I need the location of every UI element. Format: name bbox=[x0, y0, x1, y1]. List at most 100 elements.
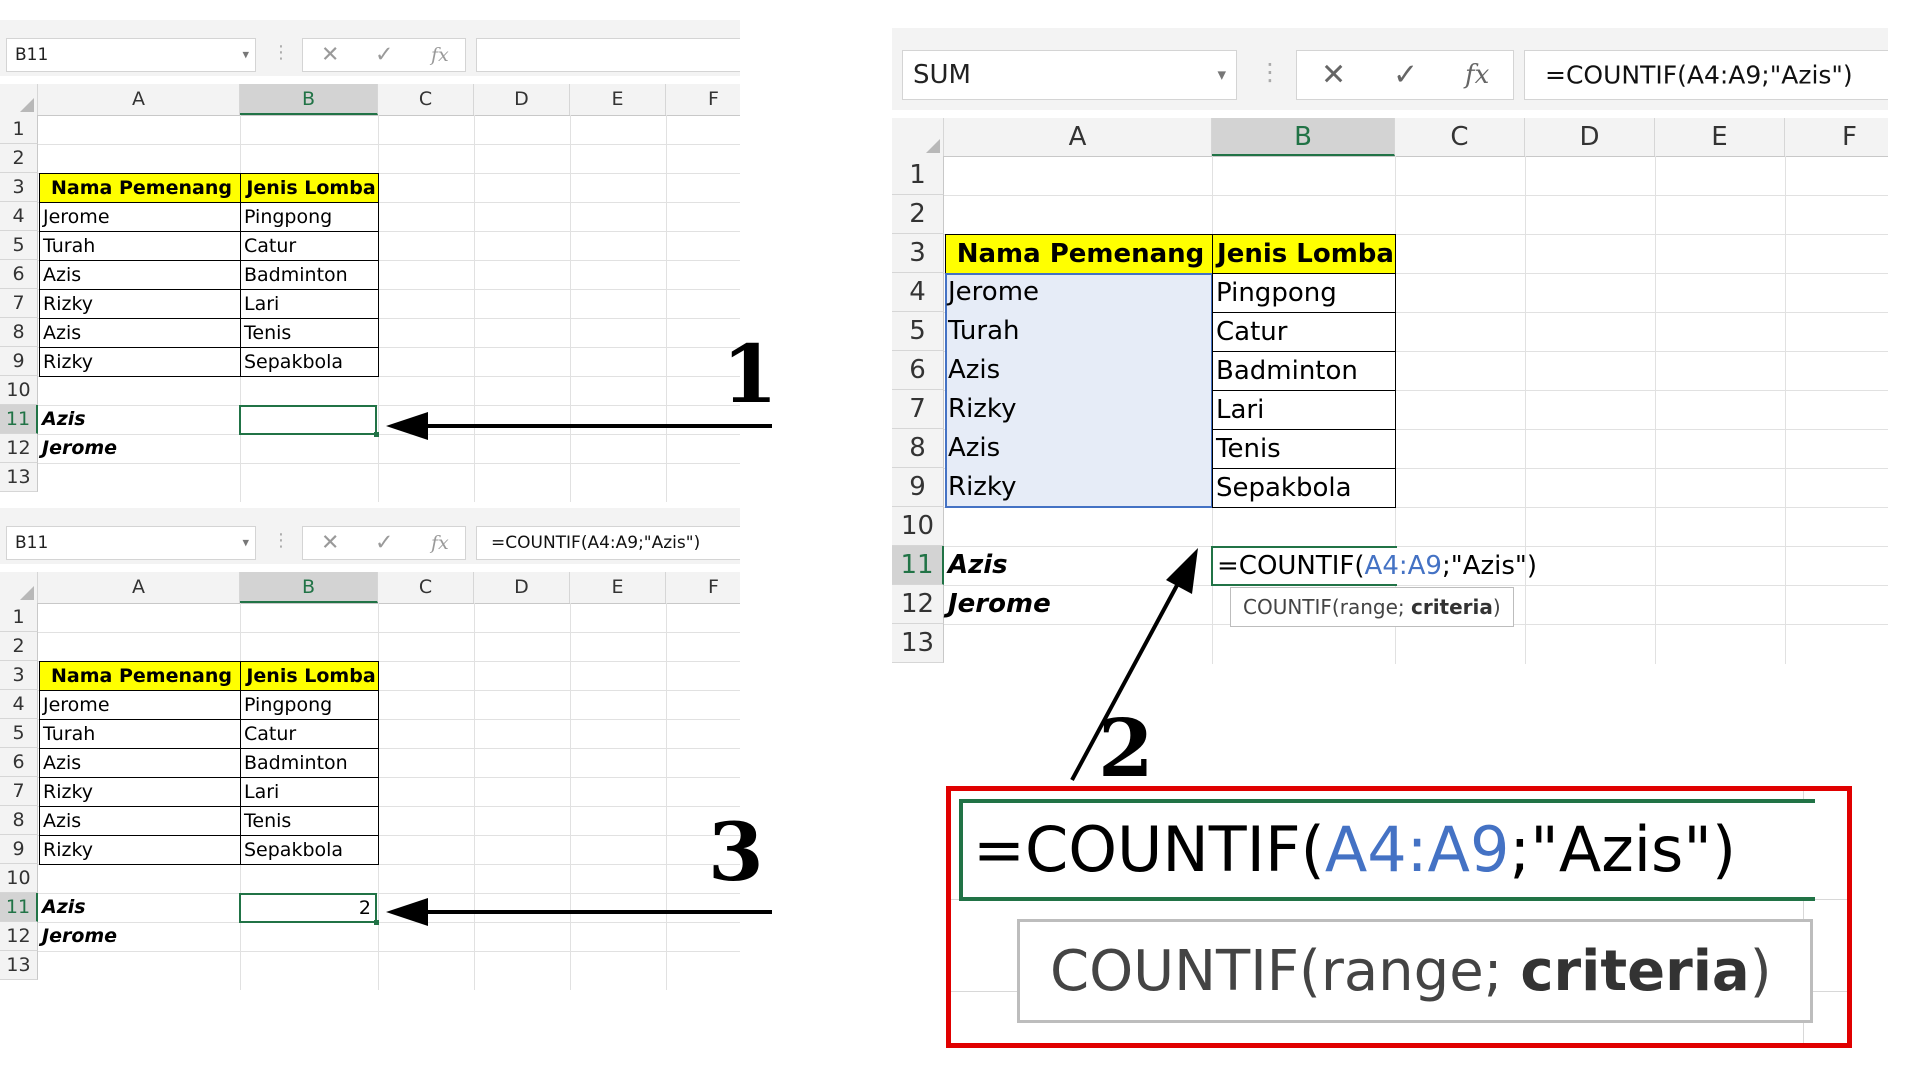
column-header-f[interactable]: F bbox=[1785, 118, 1888, 156]
row-header-9[interactable]: 9 bbox=[0, 347, 38, 376]
row-header-2[interactable]: 2 bbox=[892, 195, 944, 234]
header-cell-jenis-lomba[interactable]: Jenis Lomba bbox=[240, 661, 379, 691]
row-header-7[interactable]: 7 bbox=[0, 777, 38, 806]
name-cell[interactable]: Turah bbox=[945, 312, 1213, 351]
column-header-d[interactable]: D bbox=[1525, 118, 1655, 156]
formula-input[interactable]: =COUNTIF(A4:A9;"Azis") bbox=[476, 526, 740, 560]
row-header-6[interactable]: 6 bbox=[892, 351, 944, 390]
row-header-1[interactable]: 1 bbox=[892, 156, 944, 195]
select-all-button[interactable] bbox=[0, 84, 38, 115]
active-cell-b11[interactable] bbox=[239, 405, 379, 437]
column-header-f[interactable]: F bbox=[666, 84, 740, 115]
name-cell[interactable]: Azis bbox=[945, 429, 1213, 468]
row-header-12[interactable]: 12 bbox=[0, 434, 38, 463]
row-header-11[interactable]: 11 bbox=[0, 893, 38, 922]
row-header-11[interactable]: 11 bbox=[892, 546, 944, 585]
criteria-cell-a11[interactable]: Azis bbox=[39, 893, 241, 922]
sport-cell[interactable]: Sepakbola bbox=[1212, 468, 1396, 508]
name-cell[interactable]: Azis bbox=[39, 748, 241, 778]
row-header-2[interactable]: 2 bbox=[0, 632, 38, 661]
formula-input[interactable]: =COUNTIF(A4:A9;"Azis") bbox=[1524, 50, 1888, 100]
column-header-b[interactable]: B bbox=[240, 572, 378, 603]
chevron-down-icon[interactable]: ▾ bbox=[1217, 65, 1226, 85]
name-cell[interactable]: Jerome bbox=[945, 273, 1213, 312]
sport-cell[interactable]: Catur bbox=[240, 231, 379, 261]
header-cell-jenis-lomba[interactable]: Jenis Lomba bbox=[1212, 234, 1396, 274]
row-header-9[interactable]: 9 bbox=[0, 835, 38, 864]
column-header-a[interactable]: A bbox=[944, 118, 1212, 156]
name-cell[interactable]: Turah bbox=[39, 231, 241, 261]
formula-input[interactable] bbox=[476, 38, 740, 72]
row-header-10[interactable]: 10 bbox=[0, 864, 38, 893]
enter-icon[interactable]: ✓ bbox=[375, 43, 393, 68]
column-header-a[interactable]: A bbox=[38, 572, 240, 603]
name-cell[interactable]: Azis bbox=[39, 260, 241, 290]
result-cell-b11[interactable]: 2 bbox=[239, 893, 379, 925]
column-header-d[interactable]: D bbox=[474, 572, 570, 603]
enter-icon[interactable]: ✓ bbox=[375, 531, 393, 556]
header-cell-nama-pemenang[interactable]: Nama Pemenang bbox=[39, 661, 241, 691]
name-box[interactable]: B11 ▾ bbox=[6, 526, 256, 560]
sport-cell[interactable]: Sepakbola bbox=[240, 835, 379, 865]
row-header-12[interactable]: 12 bbox=[892, 585, 944, 624]
name-cell[interactable]: Azis bbox=[39, 806, 241, 836]
column-header-d[interactable]: D bbox=[474, 84, 570, 115]
row-header-12[interactable]: 12 bbox=[0, 922, 38, 951]
sport-cell[interactable]: Badminton bbox=[240, 748, 379, 778]
name-cell[interactable]: Azis bbox=[945, 351, 1213, 390]
column-header-b[interactable]: B bbox=[1212, 118, 1395, 156]
criteria-cell-a12[interactable]: Jerome bbox=[39, 434, 241, 463]
sport-cell[interactable]: Pingpong bbox=[240, 202, 379, 232]
fx-icon[interactable]: fx bbox=[1465, 60, 1489, 90]
row-header-1[interactable]: 1 bbox=[0, 603, 38, 632]
row-header-10[interactable]: 10 bbox=[892, 507, 944, 546]
name-cell[interactable]: Turah bbox=[39, 719, 241, 749]
sport-cell[interactable]: Lari bbox=[1212, 390, 1396, 430]
sport-cell[interactable]: Catur bbox=[240, 719, 379, 749]
sport-cell[interactable]: Tenis bbox=[1212, 429, 1396, 469]
fx-icon[interactable]: fx bbox=[431, 44, 449, 66]
name-cell[interactable]: Rizky bbox=[39, 835, 241, 865]
column-header-c[interactable]: C bbox=[378, 572, 474, 603]
name-cell[interactable]: Rizky bbox=[39, 347, 241, 377]
column-header-e[interactable]: E bbox=[570, 84, 666, 115]
row-header-7[interactable]: 7 bbox=[892, 390, 944, 429]
header-cell-jenis-lomba[interactable]: Jenis Lomba bbox=[240, 173, 379, 203]
cancel-icon[interactable]: ✕ bbox=[321, 43, 339, 68]
column-header-f[interactable]: F bbox=[666, 572, 740, 603]
select-all-button[interactable] bbox=[0, 572, 38, 603]
row-header-3[interactable]: 3 bbox=[0, 661, 38, 690]
row-header-1[interactable]: 1 bbox=[0, 115, 38, 144]
row-header-5[interactable]: 5 bbox=[0, 231, 38, 260]
name-cell[interactable]: Jerome bbox=[39, 202, 241, 232]
criteria-cell-a11[interactable]: Azis bbox=[39, 405, 241, 434]
row-header-8[interactable]: 8 bbox=[0, 806, 38, 835]
row-header-8[interactable]: 8 bbox=[892, 429, 944, 468]
name-cell[interactable]: Rizky bbox=[945, 390, 1213, 429]
row-header-6[interactable]: 6 bbox=[0, 748, 38, 777]
function-tooltip[interactable]: COUNTIF(range; criteria) bbox=[1230, 587, 1514, 627]
column-header-e[interactable]: E bbox=[570, 572, 666, 603]
name-cell[interactable]: Jerome bbox=[39, 690, 241, 720]
row-header-2[interactable]: 2 bbox=[0, 144, 38, 173]
cancel-icon[interactable]: ✕ bbox=[321, 531, 339, 556]
chevron-down-icon[interactable]: ▾ bbox=[242, 48, 249, 63]
sport-cell[interactable]: Pingpong bbox=[1212, 273, 1396, 313]
column-header-c[interactable]: C bbox=[1395, 118, 1525, 156]
row-header-10[interactable]: 10 bbox=[0, 376, 38, 405]
fx-icon[interactable]: fx bbox=[431, 532, 449, 554]
row-header-9[interactable]: 9 bbox=[892, 468, 944, 507]
sport-cell[interactable]: Catur bbox=[1212, 312, 1396, 352]
row-header-4[interactable]: 4 bbox=[0, 202, 38, 231]
select-all-button[interactable] bbox=[892, 118, 944, 156]
row-header-6[interactable]: 6 bbox=[0, 260, 38, 289]
row-header-5[interactable]: 5 bbox=[0, 719, 38, 748]
row-header-3[interactable]: 3 bbox=[0, 173, 38, 202]
sport-cell[interactable]: Lari bbox=[240, 289, 379, 319]
chevron-down-icon[interactable]: ▾ bbox=[242, 536, 249, 551]
enter-icon[interactable]: ✓ bbox=[1393, 58, 1418, 93]
name-cell[interactable]: Rizky bbox=[39, 289, 241, 319]
row-header-13[interactable]: 13 bbox=[0, 463, 38, 492]
sport-cell[interactable]: Badminton bbox=[1212, 351, 1396, 391]
name-cell[interactable]: Rizky bbox=[39, 777, 241, 807]
